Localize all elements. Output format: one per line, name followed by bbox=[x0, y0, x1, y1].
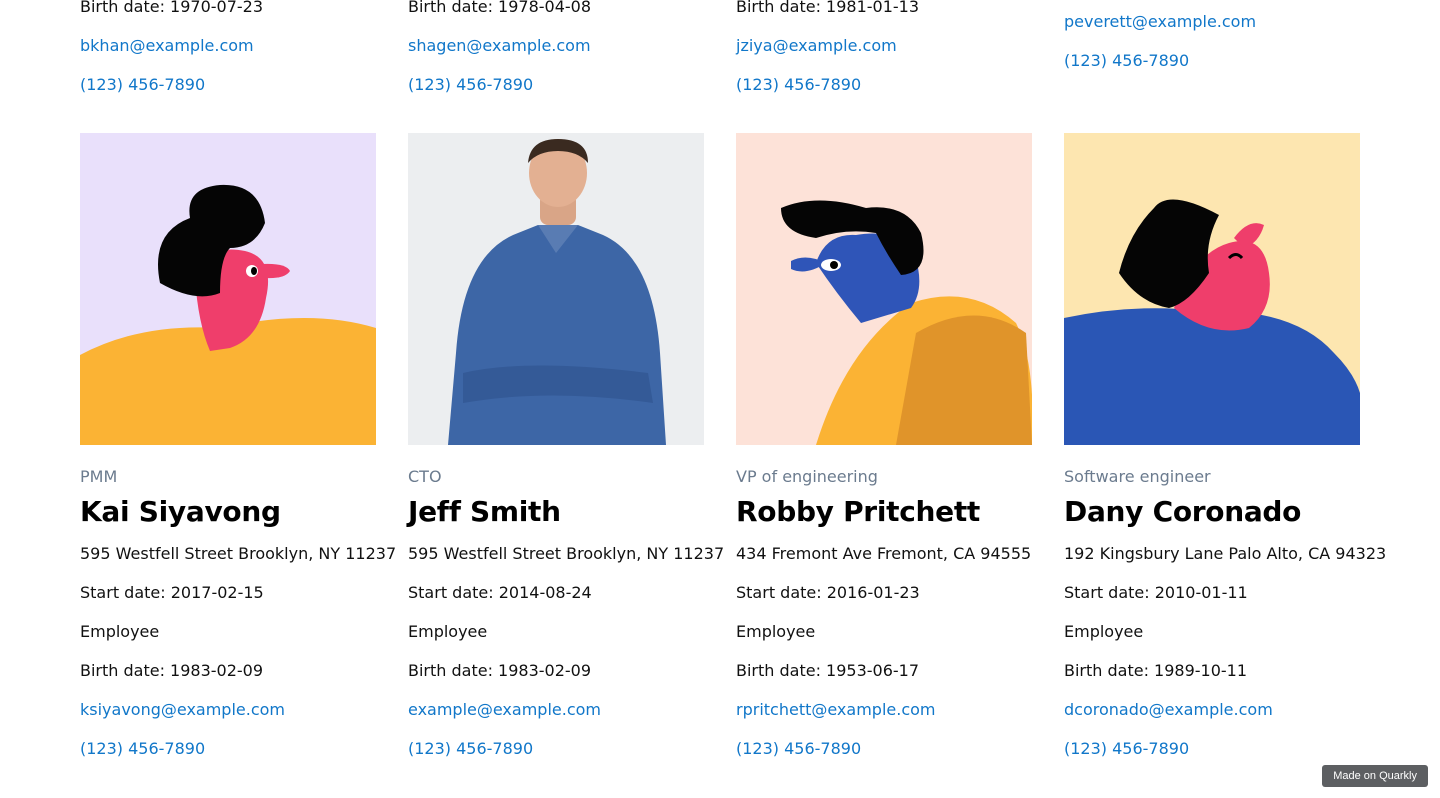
email-link[interactable]: rpritchett@example.com bbox=[736, 700, 935, 720]
birth-date: Birth date: 1953-06-17 bbox=[736, 661, 920, 680]
member-name: Jeff Smith bbox=[408, 495, 561, 528]
avatar-illustration bbox=[1064, 133, 1360, 445]
member-name: Robby Pritchett bbox=[736, 495, 980, 528]
phone-link[interactable]: (123) 456-7890 bbox=[408, 739, 533, 759]
start-date: Start date: 2016-01-23 bbox=[736, 583, 920, 602]
start-date: Start date: 2010-01-11 bbox=[1064, 583, 1248, 602]
email-link[interactable]: dcoronado@example.com bbox=[1064, 700, 1273, 720]
phone-link[interactable]: (123) 456-7890 bbox=[80, 75, 205, 95]
phone-link[interactable]: (123) 456-7890 bbox=[736, 75, 861, 95]
employment-type: Employee bbox=[1064, 622, 1144, 641]
start-date: Start date: 2014-08-24 bbox=[408, 583, 592, 602]
birth-date: Birth date: 1989-10-11 bbox=[1064, 661, 1248, 680]
member-address: 595 Westfell Street Brooklyn, NY 11237 bbox=[408, 544, 725, 563]
member-name: Dany Coronado bbox=[1064, 495, 1302, 528]
member-name: Kai Siyavong bbox=[80, 495, 281, 528]
employment-type: Employee bbox=[80, 622, 160, 641]
made-on-quarkly-badge[interactable]: Made on Quarkly bbox=[1322, 765, 1428, 787]
email-link[interactable]: shagen@example.com bbox=[408, 36, 591, 56]
member-address: 192 Kingsbury Lane Palo Alto, CA 94323 bbox=[1064, 544, 1387, 563]
birth-date: Birth date: 1970-07-23 bbox=[80, 0, 264, 16]
phone-link[interactable]: (123) 456-7890 bbox=[408, 75, 533, 95]
avatar-photo bbox=[408, 133, 704, 445]
birth-date: Birth date: 1983-02-09 bbox=[408, 661, 592, 680]
email-link[interactable]: peverett@example.com bbox=[1064, 12, 1256, 32]
phone-link[interactable]: (123) 456-7890 bbox=[736, 739, 861, 759]
birth-date: Birth date: 1983-02-09 bbox=[80, 661, 264, 680]
email-link[interactable]: bkhan@example.com bbox=[80, 36, 254, 56]
member-role: Software engineer bbox=[1064, 467, 1211, 486]
avatar-illustration bbox=[80, 133, 376, 445]
birth-date: Birth date: 1978-04-08 bbox=[408, 0, 592, 16]
member-role: VP of engineering bbox=[736, 467, 878, 486]
member-role: PMM bbox=[80, 467, 118, 486]
member-address: 595 Westfell Street Brooklyn, NY 11237 bbox=[80, 544, 397, 563]
email-link[interactable]: example@example.com bbox=[408, 700, 601, 720]
email-link[interactable]: ksiyavong@example.com bbox=[80, 700, 285, 720]
member-role: CTO bbox=[408, 467, 442, 486]
phone-link[interactable]: (123) 456-7890 bbox=[1064, 51, 1189, 71]
employment-type: Employee bbox=[736, 622, 816, 641]
member-address: 434 Fremont Ave Fremont, CA 94555 bbox=[736, 544, 1032, 563]
start-date: Start date: 2017-02-15 bbox=[80, 583, 264, 602]
avatar-illustration bbox=[736, 133, 1032, 445]
birth-date: Birth date: 1981-01-13 bbox=[736, 0, 920, 16]
phone-link[interactable]: (123) 456-7890 bbox=[80, 739, 205, 759]
email-link[interactable]: jziya@example.com bbox=[736, 36, 897, 56]
employment-type: Employee bbox=[408, 622, 488, 641]
phone-link[interactable]: (123) 456-7890 bbox=[1064, 739, 1189, 759]
